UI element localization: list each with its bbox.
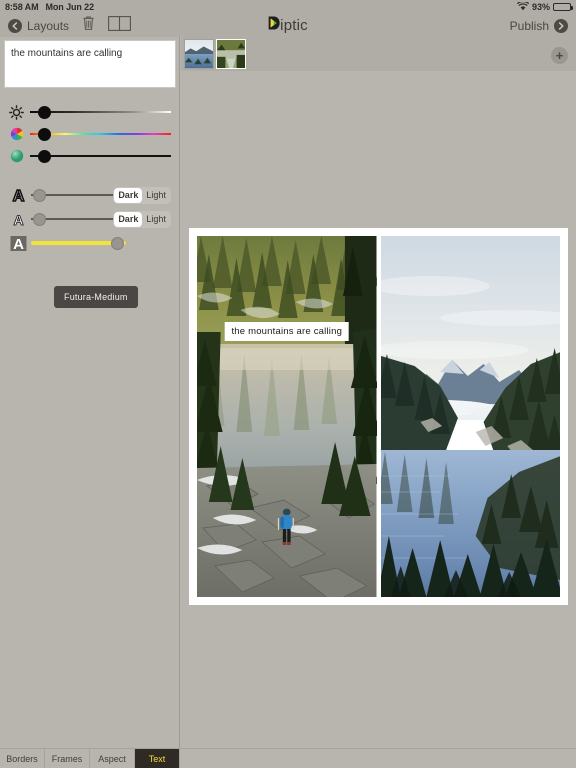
status-right-group: 93% — [516, 0, 573, 13]
thumbnail-forest-trail[interactable] — [216, 39, 246, 69]
font-picker-button[interactable]: Futura-Medium — [54, 286, 138, 308]
color-wheel-icon — [8, 127, 25, 141]
outline-style-row: A Dark Light — [0, 183, 179, 207]
shadow-knob[interactable] — [32, 212, 46, 226]
brightness-track — [30, 111, 171, 113]
hue-slider-row — [0, 123, 179, 145]
text-color-knob[interactable] — [110, 236, 124, 250]
status-time: 8:58 AM — [5, 2, 39, 12]
layouts-label: Layouts — [27, 18, 70, 33]
brightness-slider-row — [0, 101, 179, 123]
saturation-slider[interactable] — [30, 146, 171, 166]
app-title-text: iptic — [280, 17, 308, 34]
publish-label: Publish — [509, 18, 549, 33]
text-color-slider[interactable] — [31, 233, 126, 253]
tab-frames[interactable]: Frames — [45, 749, 90, 768]
diptic-logo-icon — [268, 16, 280, 35]
outline-knob[interactable] — [32, 188, 46, 202]
app-root: 8:58 AM Mon Jun 22 93% Layouts iptic Pub… — [0, 0, 576, 768]
main-toolbar: Layouts iptic Publish — [0, 14, 576, 37]
app-title-group: iptic — [268, 16, 308, 35]
brightness-knob[interactable] — [38, 105, 52, 119]
tab-text[interactable]: Text — [135, 749, 180, 768]
layouts-back-button[interactable]: Layouts — [8, 18, 70, 33]
text-options-panel: A Dark Light A Da — [0, 37, 180, 748]
brightness-slider[interactable] — [30, 102, 171, 122]
hue-slider[interactable] — [30, 124, 171, 144]
pane-left-forest-hiker[interactable]: the mountains are calling — [197, 236, 377, 597]
status-bar: 8:58 AM Mon Jun 22 93% — [0, 0, 576, 14]
hue-knob[interactable] — [38, 127, 52, 141]
thumbnail-strip: + — [181, 37, 576, 71]
outline-slider[interactable] — [31, 185, 114, 205]
shadow-slider[interactable] — [31, 209, 114, 229]
shadow-dark-option[interactable]: Dark — [114, 211, 143, 227]
filled-a-icon: A — [8, 235, 28, 252]
svg-text:A: A — [13, 236, 24, 252]
text-overlay-label[interactable]: the mountains are calling — [224, 322, 350, 341]
saturation-slider-row — [0, 145, 179, 167]
bottom-tab-bar: Borders Frames Aspect Text — [0, 748, 576, 768]
battery-icon — [553, 3, 573, 11]
saturation-knob[interactable] — [38, 149, 52, 163]
trash-icon[interactable] — [82, 15, 95, 36]
add-photo-button[interactable]: + — [551, 47, 568, 64]
two-pane-layout-icon[interactable] — [108, 15, 131, 36]
text-color-row: A — [0, 231, 179, 255]
bold-outline-a-icon: A — [8, 187, 28, 204]
forward-chevron-icon — [554, 18, 568, 33]
plus-icon: + — [555, 47, 564, 63]
thumbnail-lake-blue[interactable] — [184, 39, 214, 69]
thin-outline-a-icon: A — [8, 211, 28, 228]
battery-percent: 93% — [531, 2, 550, 12]
outline-light-option[interactable]: Light — [142, 188, 170, 203]
tab-bar-filler — [180, 749, 576, 768]
shadow-style-row: A Dark Light — [0, 207, 179, 231]
shadow-dark-light-segmented[interactable]: Dark Light — [113, 210, 171, 228]
collage-frame[interactable]: the mountains are calling — [189, 228, 568, 605]
tab-aspect[interactable]: Aspect — [90, 749, 135, 768]
status-date: Mon Jun 22 — [45, 2, 94, 12]
back-chevron-icon — [8, 18, 22, 33]
green-circle-icon — [8, 149, 25, 163]
canvas-area: the mountains are calling — [181, 71, 576, 748]
tab-borders[interactable]: Borders — [0, 749, 45, 768]
svg-text:A: A — [13, 212, 23, 228]
wifi-icon — [516, 0, 530, 13]
svg-text:A: A — [12, 188, 24, 204]
publish-button[interactable]: Publish — [509, 18, 576, 33]
text-input[interactable] — [4, 40, 176, 88]
saturation-track — [30, 155, 171, 157]
shadow-light-option[interactable]: Light — [142, 212, 170, 227]
hue-track — [30, 133, 171, 135]
outline-dark-light-segmented[interactable]: Dark Light — [113, 186, 171, 204]
toolbar-left-group: Layouts — [0, 15, 131, 36]
pane-right-alpine-lake[interactable] — [380, 236, 560, 597]
outline-dark-option[interactable]: Dark — [114, 187, 143, 203]
sun-icon — [8, 104, 25, 120]
